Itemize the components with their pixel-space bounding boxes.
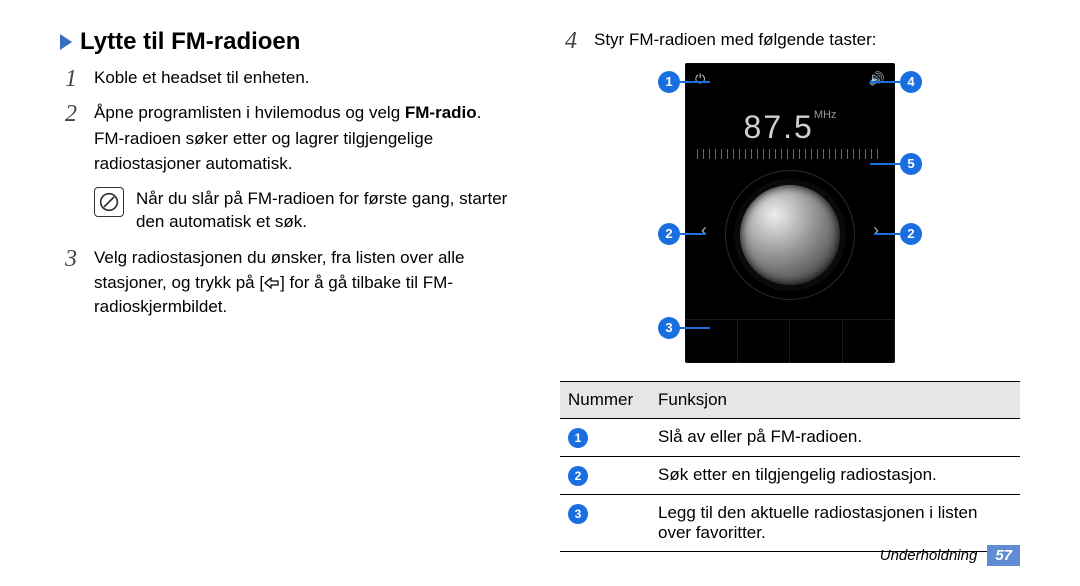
bottom-button-bar (685, 319, 895, 363)
functions-table: Nummer Funksjon 1 Slå av eller på FM-rad… (560, 381, 1020, 552)
frequency-scale (697, 149, 883, 159)
row-function: Legg til den aktuelle radiostasjonen i l… (650, 494, 1020, 551)
step-1-text: Koble et headset til enheten. (94, 66, 310, 91)
page-footer: Underholdning 57 (880, 545, 1020, 566)
frequency-display: 87.5MHz (685, 109, 895, 146)
step-3: 3 Velg radiostasjonen du ønsker, fra lis… (60, 246, 520, 322)
seek-left-icon: ‹ (701, 220, 707, 241)
col-header-function: Funksjon (650, 381, 1020, 418)
note-text: Når du slår på FM-radioen for første gan… (136, 187, 520, 235)
callout-4: 4 (900, 71, 922, 93)
step-number: 4 (560, 28, 582, 55)
callout-line (870, 163, 900, 165)
tuner-dial (740, 185, 840, 285)
power-icon: ⏻ (695, 71, 705, 99)
callout-line (680, 233, 706, 235)
callout-line (874, 233, 900, 235)
step-3-text: Velg radiostasjonen du ønsker, fra liste… (94, 246, 520, 320)
callout-3: 3 (658, 317, 680, 339)
frequency-value: 87.5 (744, 109, 814, 145)
row-badge: 2 (568, 466, 588, 486)
note-icon (94, 187, 124, 217)
table-row: 3 Legg til den aktuelle radiostasjonen i… (560, 494, 1020, 551)
step-2-line1: Åpne programlisten i hvilemodus og velg … (94, 101, 520, 126)
step-2-line2: FM-radioen søker etter og lagrer tilgjen… (94, 127, 520, 176)
table-row: 1 Slå av eller på FM-radioen. (560, 418, 1020, 456)
row-function: Slå av eller på FM-radioen. (650, 418, 1020, 456)
seek-right-icon: › (873, 220, 879, 241)
back-arrow-icon (264, 276, 280, 290)
tuner-dial-area: ‹ › (685, 165, 895, 315)
fm-radio-screenshot: 1 4 5 2 2 3 ⏻ 🔊 87.5MHz ‹ (660, 63, 920, 363)
callout-line (680, 327, 710, 329)
page-number: 57 (987, 545, 1020, 566)
volume-icon: 🔊 (869, 71, 885, 99)
step-4-text: Styr FM-radioen med følgende taster: (594, 28, 877, 53)
callout-line (870, 81, 900, 83)
col-header-number: Nummer (560, 381, 650, 418)
step-4: 4 Styr FM-radioen med følgende taster: (560, 28, 1020, 55)
table-row: 2 Søk etter en tilgjengelig radiostasjon… (560, 456, 1020, 494)
callout-line (680, 81, 710, 83)
callout-2-right: 2 (900, 223, 922, 245)
callout-5: 5 (900, 153, 922, 175)
row-badge: 1 (568, 428, 588, 448)
step-number: 2 (60, 101, 82, 179)
step-1: 1 Koble et headset til enheten. (60, 66, 520, 93)
step-2-pre: Åpne programlisten i hvilemodus og velg (94, 103, 405, 122)
step-number: 1 (60, 66, 82, 93)
step-2-post: . (477, 103, 482, 122)
row-badge: 3 (568, 504, 588, 524)
section-title: Lytte til FM-radioen (80, 28, 300, 56)
frequency-unit: MHz (814, 109, 837, 121)
section-heading: Lytte til FM-radioen (60, 28, 520, 56)
chevron-right-icon (60, 34, 72, 50)
callout-1: 1 (658, 71, 680, 93)
step-number: 3 (60, 246, 82, 322)
phone-screen: ⏻ 🔊 87.5MHz ‹ › (685, 63, 895, 363)
note-block: Når du slår på FM-radioen for første gan… (94, 187, 520, 235)
footer-section: Underholdning (880, 547, 978, 564)
step-2: 2 Åpne programlisten i hvilemodus og vel… (60, 101, 520, 179)
row-function: Søk etter en tilgjengelig radiostasjon. (650, 456, 1020, 494)
callout-2-left: 2 (658, 223, 680, 245)
step-2-bold: FM-radio (405, 103, 477, 122)
